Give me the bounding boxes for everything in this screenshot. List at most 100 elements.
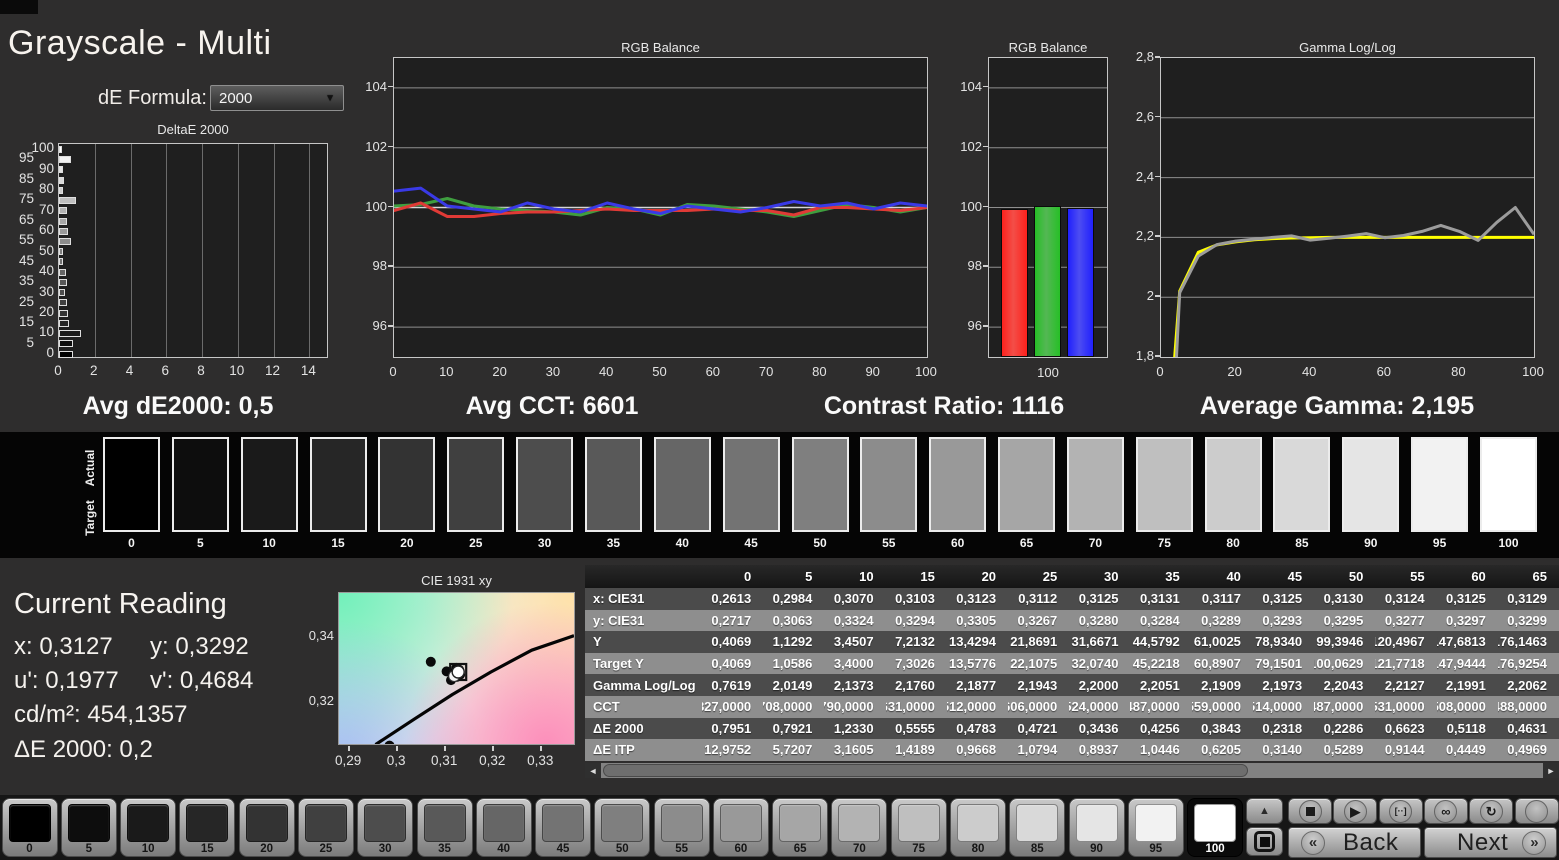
grayscale-swatch-85	[1273, 437, 1331, 532]
table-cell: 79,1501	[1255, 656, 1303, 672]
pattern-button-90[interactable]: 90	[1068, 798, 1125, 857]
table-cell: 176,9254	[1497, 656, 1548, 672]
swatch-level-label: 40	[675, 536, 689, 550]
deltae-bar-15	[59, 319, 69, 327]
pattern-level-label: 90	[1090, 843, 1103, 855]
table-header-0: 0	[743, 569, 752, 584]
pattern-button-15[interactable]: 15	[179, 798, 236, 857]
pattern-button-25[interactable]: 25	[297, 798, 354, 857]
rgb-bar-red	[1001, 209, 1028, 357]
pattern-button-60[interactable]: 60	[712, 798, 769, 857]
pattern-button-85[interactable]: 85	[1009, 798, 1066, 857]
stat-avg-de2000: Avg dE2000: 0,5	[82, 392, 274, 420]
stat-average-gamma: Average Gamma: 2,195	[1199, 392, 1475, 420]
table-cell: 2,2000	[1078, 677, 1119, 693]
pattern-button-80[interactable]: 80	[950, 798, 1006, 857]
pattern-button-10[interactable]: 10	[120, 798, 177, 857]
scroll-thumb[interactable]	[603, 764, 1248, 777]
table-cell: 1,4189	[895, 742, 935, 758]
pattern-button-20[interactable]: 20	[238, 798, 295, 857]
deltae-bar-95	[59, 156, 72, 163]
pattern-button-40[interactable]: 40	[475, 798, 532, 857]
pattern-button-65[interactable]: 65	[772, 798, 829, 857]
pattern-button-50[interactable]: 50	[594, 798, 651, 857]
table-cell: 0,8937	[1078, 742, 1119, 758]
swatch-level-label: 70	[1088, 536, 1103, 550]
pattern-patch	[542, 804, 584, 842]
rgb-x-tick: 30	[545, 364, 561, 379]
pattern-button-100[interactable]: 100	[1187, 798, 1244, 857]
pattern-button-45[interactable]: 45	[535, 798, 591, 857]
table-cell: 1,0586	[772, 656, 813, 672]
control-continuous-button[interactable]: ∞	[1423, 798, 1468, 824]
cie-measurement-dot	[425, 656, 436, 667]
table-cell: 0,3324	[833, 612, 874, 628]
reading-v: v': 0,4684	[150, 667, 254, 694]
pattern-button-5[interactable]: 5	[60, 798, 117, 857]
y-tick: 98	[967, 258, 982, 274]
control-refresh-button[interactable]: ↻	[1469, 798, 1514, 824]
pattern-button-0[interactable]: 0	[1, 798, 58, 857]
scroll-right-arrow[interactable]: ►	[1543, 763, 1559, 778]
control-stop-button[interactable]	[1288, 798, 1332, 824]
rgb-x-tick: 0	[389, 364, 397, 379]
back-chevrons-icon: «	[1301, 830, 1325, 855]
y-tickmark	[388, 325, 393, 327]
pattern-patch	[1016, 804, 1059, 842]
deltae-gridline	[202, 144, 203, 357]
grayscale-swatch-5	[171, 437, 229, 532]
y-tick: 98	[372, 258, 387, 274]
deltae-bar-50	[59, 248, 64, 256]
y-tickmark	[1155, 56, 1160, 58]
table-cell: 0,4969	[1507, 742, 1548, 758]
pattern-button-30[interactable]: 30	[357, 798, 414, 857]
table-cell: 1,1292	[772, 634, 813, 650]
y-tick: 102	[960, 138, 982, 154]
pattern-patch	[67, 804, 110, 842]
rgb-x-tick: 20	[492, 364, 507, 379]
gamma-x-tick: 100	[1522, 364, 1544, 379]
table-row-label: CCT	[593, 699, 620, 715]
pattern-window-button[interactable]	[1246, 827, 1283, 856]
rgb-x-tick: 10	[439, 364, 454, 379]
back-button[interactable]: « Back	[1288, 827, 1421, 858]
deltae-bar-65	[59, 217, 68, 225]
table-cell: 0,3129	[1507, 591, 1548, 607]
table-cell: 99,3946	[1316, 634, 1364, 650]
pattern-button-70[interactable]: 70	[831, 798, 888, 857]
pattern-button-95[interactable]: 95	[1127, 798, 1184, 857]
de-formula-dropdown[interactable]: 2000 ▼	[210, 85, 344, 111]
pattern-patch	[127, 804, 170, 842]
table-cell: 0,4721	[1017, 720, 1058, 736]
table-row-2: y: CIE31 0,2717 0,3063 0,3324 0,3294 0,3305 0,…	[585, 609, 1559, 632]
pattern-button-35[interactable]: 35	[416, 798, 473, 857]
table-cell: 7,3026	[895, 656, 935, 672]
grayscale-swatch-40	[653, 437, 711, 532]
table-row-label: y: CIE31	[593, 612, 645, 628]
control-single-measure-button[interactable]: [··]	[1378, 798, 1423, 824]
reading-de2000: ΔE 2000: 0,2	[14, 736, 153, 763]
control-play-button[interactable]: ▶	[1333, 798, 1378, 824]
table-cell: 3,4000	[833, 656, 874, 672]
next-button[interactable]: Next »	[1424, 827, 1557, 858]
rgb-x-tick: 70	[758, 364, 774, 379]
pattern-level-label: 75	[912, 843, 926, 855]
table-cell: 6524,0000	[1069, 699, 1119, 715]
scroll-left-arrow[interactable]: ◄	[585, 763, 601, 778]
pattern-level-label: 65	[793, 843, 807, 855]
table-h-scrollbar[interactable]: ◄ ►	[585, 763, 1559, 778]
control-record-button[interactable]	[1514, 798, 1559, 824]
pattern-level-label: 15	[200, 843, 214, 855]
single-measure-icon: [··]	[1394, 805, 1407, 816]
table-cell: 0,3277	[1384, 612, 1425, 628]
pattern-patch	[1134, 804, 1177, 842]
swatch-level-label: 60	[951, 536, 965, 550]
swatch-level-label: 75	[1157, 536, 1171, 550]
pattern-button-75[interactable]: 75	[890, 798, 947, 857]
deltae-gridline	[166, 144, 168, 357]
table-cell: 120,4967	[1375, 634, 1425, 650]
control-play-icon: ▶	[1343, 799, 1367, 823]
pattern-button-55[interactable]: 55	[653, 798, 710, 857]
table-cell: 0,3297	[1446, 612, 1486, 628]
patterns-scroll-up-button[interactable]: ▲	[1246, 798, 1283, 824]
